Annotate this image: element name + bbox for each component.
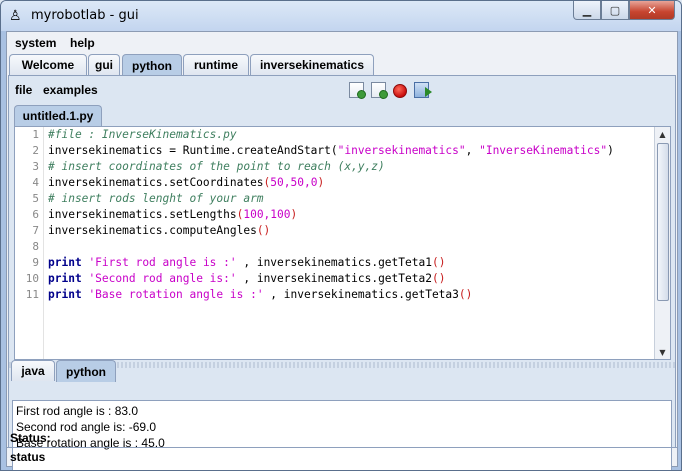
console-output[interactable]: First rod angle is : 83.0 Second rod ang… — [12, 400, 672, 470]
status-bar-text: status — [10, 450, 46, 464]
line-number: 4 — [32, 176, 39, 189]
output-line: First rod angle is : 83.0 — [16, 404, 139, 418]
window-title: myrobotlab - gui — [31, 8, 139, 23]
code-line: inversekinematics.setCoordinates(50,50,0… — [48, 176, 325, 189]
client-area: system help Welcome gui python runtime i… — [6, 31, 678, 470]
tab-gui[interactable]: gui — [88, 54, 120, 75]
close-icon: ✕ — [647, 3, 657, 17]
code-line: # insert coordinates of the point to rea… — [48, 160, 385, 173]
minimize-icon: ▁ — [582, 3, 592, 17]
stop-icon[interactable] — [393, 84, 407, 98]
new-file-icon[interactable] — [349, 82, 366, 99]
code-line: print 'Second rod angle is:' , inverseki… — [48, 272, 446, 285]
code-line: # insert rods lenght of your arm — [48, 192, 264, 205]
code-line: inversekinematics.setLengths(100,100) — [48, 208, 298, 221]
menu-system[interactable]: system — [15, 36, 56, 50]
menu-bar: system help — [7, 32, 677, 54]
scroll-down-icon[interactable]: ▼ — [655, 345, 670, 359]
line-number: 1 — [32, 128, 39, 141]
status-label: Status: — [10, 431, 51, 445]
scroll-up-icon[interactable]: ▲ — [655, 127, 670, 141]
minimize-button[interactable]: ▁ — [573, 1, 601, 20]
tab-runtime[interactable]: runtime — [183, 54, 249, 75]
line-number: 10 — [25, 272, 39, 285]
maximize-icon: ▢ — [609, 3, 621, 17]
maximize-button[interactable]: ▢ — [601, 1, 629, 20]
tab-inversekinematics[interactable]: inversekinematics — [250, 54, 374, 75]
code-line: print 'First rod angle is :' , inverseki… — [48, 256, 446, 269]
line-number: 7 — [32, 224, 39, 237]
tab-python-console[interactable]: python — [56, 360, 116, 382]
tab-python[interactable]: python — [122, 54, 182, 76]
run-script-icon[interactable] — [414, 82, 432, 98]
line-number: 8 — [32, 240, 39, 253]
menu-help[interactable]: help — [70, 36, 95, 50]
file-menu[interactable]: file — [15, 83, 32, 97]
code-line: print 'Base rotation angle is :' , inver… — [48, 288, 473, 301]
window-controls: ▁ ▢ ✕ — [573, 1, 675, 21]
python-toolbar: file examples — [9, 76, 675, 104]
close-button[interactable]: ✕ — [629, 1, 675, 20]
tab-untitled-file[interactable]: untitled.1.py — [14, 105, 102, 126]
line-number: 2 — [32, 144, 39, 157]
editor-scrollbar[interactable]: ▲ ▼ — [654, 127, 670, 359]
examples-menu[interactable]: examples — [43, 83, 98, 97]
line-number-gutter: 1 2 3 4 5 6 7 8 9 10 11 — [15, 127, 44, 359]
code-editor[interactable]: 1 2 3 4 5 6 7 8 9 10 11 #file : InverseK… — [14, 126, 671, 360]
line-number: 11 — [25, 288, 39, 301]
code-line: inversekinematics.computeAngles() — [48, 224, 271, 237]
tab-java[interactable]: java — [11, 360, 55, 381]
python-panel: file examples untitled.1.py 1 2 3 4 5 6 … — [8, 75, 676, 470]
line-number: 6 — [32, 208, 39, 221]
title-bar[interactable]: ♙ myrobotlab - gui ▁ ▢ ✕ — [1, 1, 681, 31]
line-number: 3 — [32, 160, 39, 173]
robot-icon: ♙ — [9, 8, 22, 24]
line-number: 9 — [32, 256, 39, 269]
status-divider — [7, 447, 677, 448]
code-line: inversekinematics = Runtime.createAndSta… — [48, 144, 614, 157]
app-window: ♙ myrobotlab - gui ▁ ▢ ✕ system help Wel… — [0, 0, 682, 471]
line-number: 5 — [32, 192, 39, 205]
tab-welcome[interactable]: Welcome — [9, 54, 87, 75]
scrollbar-thumb[interactable] — [657, 143, 669, 301]
code-line: #file : InverseKinematics.py — [48, 128, 237, 141]
open-file-icon[interactable] — [371, 82, 388, 99]
